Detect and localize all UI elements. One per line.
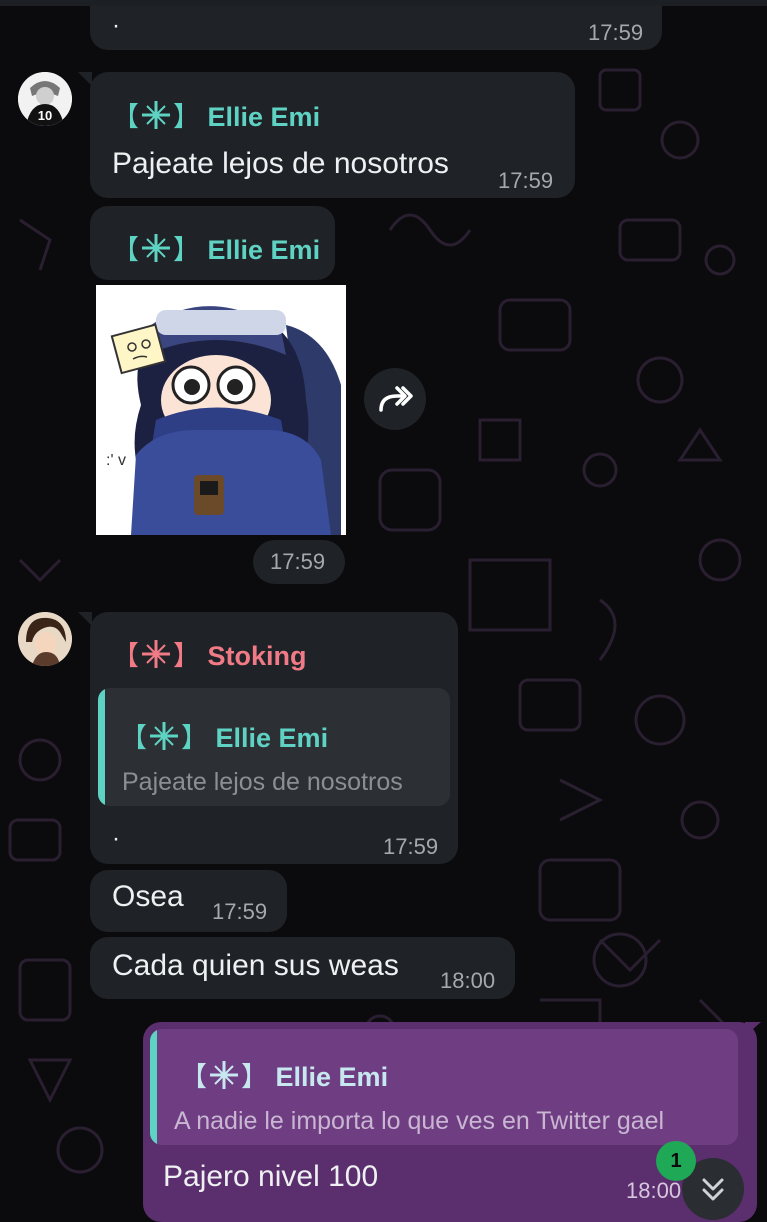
sender-name[interactable]: 【】 Ellie Emi [112, 95, 320, 134]
avatar[interactable]: 10 [18, 72, 72, 126]
quoted-sender: 【】 Ellie Emi [120, 716, 328, 755]
message-time: 17:59 [212, 899, 268, 924]
avatar[interactable] [18, 612, 72, 666]
emblem-icon [142, 640, 170, 668]
quote-bar [98, 688, 105, 806]
message-time: 17:59 [588, 20, 644, 45]
message-text: Osea [112, 880, 184, 913]
message-time: 18:00 [626, 1178, 682, 1203]
quoted-sender: 【】 Ellie Emi [180, 1055, 388, 1094]
svg-text::' v: :' v [106, 452, 126, 469]
sender-name[interactable]: 【】 Stoking [112, 634, 307, 673]
quoted-message[interactable]: 【】 Ellie Emi Pajeate lejos de nosotros [98, 688, 450, 806]
sender-name[interactable]: 【】 Ellie Emi [112, 228, 320, 267]
message-time: 17:59 [270, 549, 326, 574]
bubble-body [90, 0, 662, 50]
unread-badge: 1 [656, 1141, 696, 1181]
forward-icon [379, 386, 413, 412]
quoted-text: A nadie le importa lo que ves en Twitter… [174, 1107, 665, 1135]
emblem-icon [142, 234, 170, 262]
emblem-icon [142, 101, 170, 129]
message-time: 17:59 [383, 834, 439, 859]
svg-text:10: 10 [38, 108, 52, 123]
message-text: · [112, 12, 120, 39]
bubble-tail [745, 1022, 761, 1036]
message-time: 18:00 [440, 968, 496, 993]
message-text: Pajero nivel 100 [163, 1160, 379, 1193]
message-text: Pajeate lejos de nosotros [112, 147, 449, 180]
emblem-icon [210, 1061, 238, 1089]
quote-bar [150, 1029, 157, 1145]
message-text: Cada quien sus weas [112, 949, 399, 982]
sticker-image[interactable]: :' v [96, 285, 346, 535]
message-text: · [112, 825, 120, 852]
top-edge [0, 0, 767, 6]
forward-button[interactable] [364, 368, 426, 430]
emblem-icon [150, 722, 178, 750]
message-time: 17:59 [498, 168, 554, 193]
quoted-text: Pajeate lejos de nosotros [122, 768, 403, 796]
quoted-message[interactable]: 【】 Ellie Emi A nadie le importa lo que v… [150, 1029, 738, 1145]
